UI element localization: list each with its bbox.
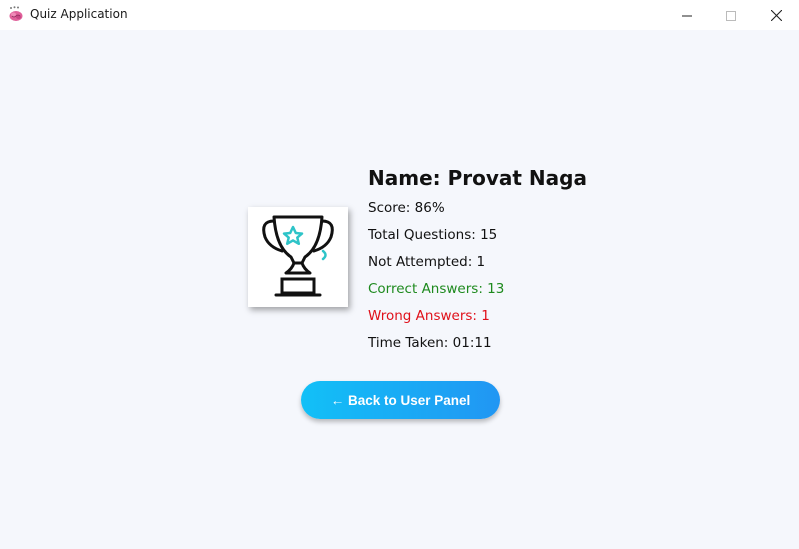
minimize-button[interactable] xyxy=(664,0,710,30)
back-to-user-panel-button[interactable]: ← Back to User Panel xyxy=(301,381,500,419)
close-button[interactable] xyxy=(753,0,799,30)
trophy-card xyxy=(248,207,348,307)
maximize-button[interactable] xyxy=(708,0,754,30)
score-value: Score: 86% xyxy=(368,200,445,216)
title-bar: Quiz Application xyxy=(0,0,799,30)
brain-icon xyxy=(8,6,24,22)
not-attempted-value: Not Attempted: 1 xyxy=(368,254,486,270)
result-panel: Name: Provat Naga Score: 86% Total Quest… xyxy=(0,30,799,549)
minimize-icon xyxy=(682,6,692,25)
time-taken-value: Time Taken: 01:11 xyxy=(368,335,492,351)
maximize-icon xyxy=(726,6,736,25)
wrong-answers-value: Wrong Answers: 1 xyxy=(368,308,490,324)
result-details: Name: Provat Naga Score: 86% Total Quest… xyxy=(368,166,587,362)
correct-answers-value: Correct Answers: 13 xyxy=(368,281,505,297)
window-title: Quiz Application xyxy=(30,7,128,21)
total-questions-value: Total Questions: 15 xyxy=(368,227,498,243)
user-name: Name: Provat Naga xyxy=(368,166,587,190)
quiz-result-window: Quiz Application Name: Provat Naga Score… xyxy=(0,0,799,549)
trophy-icon xyxy=(248,215,348,311)
close-icon xyxy=(770,6,782,25)
